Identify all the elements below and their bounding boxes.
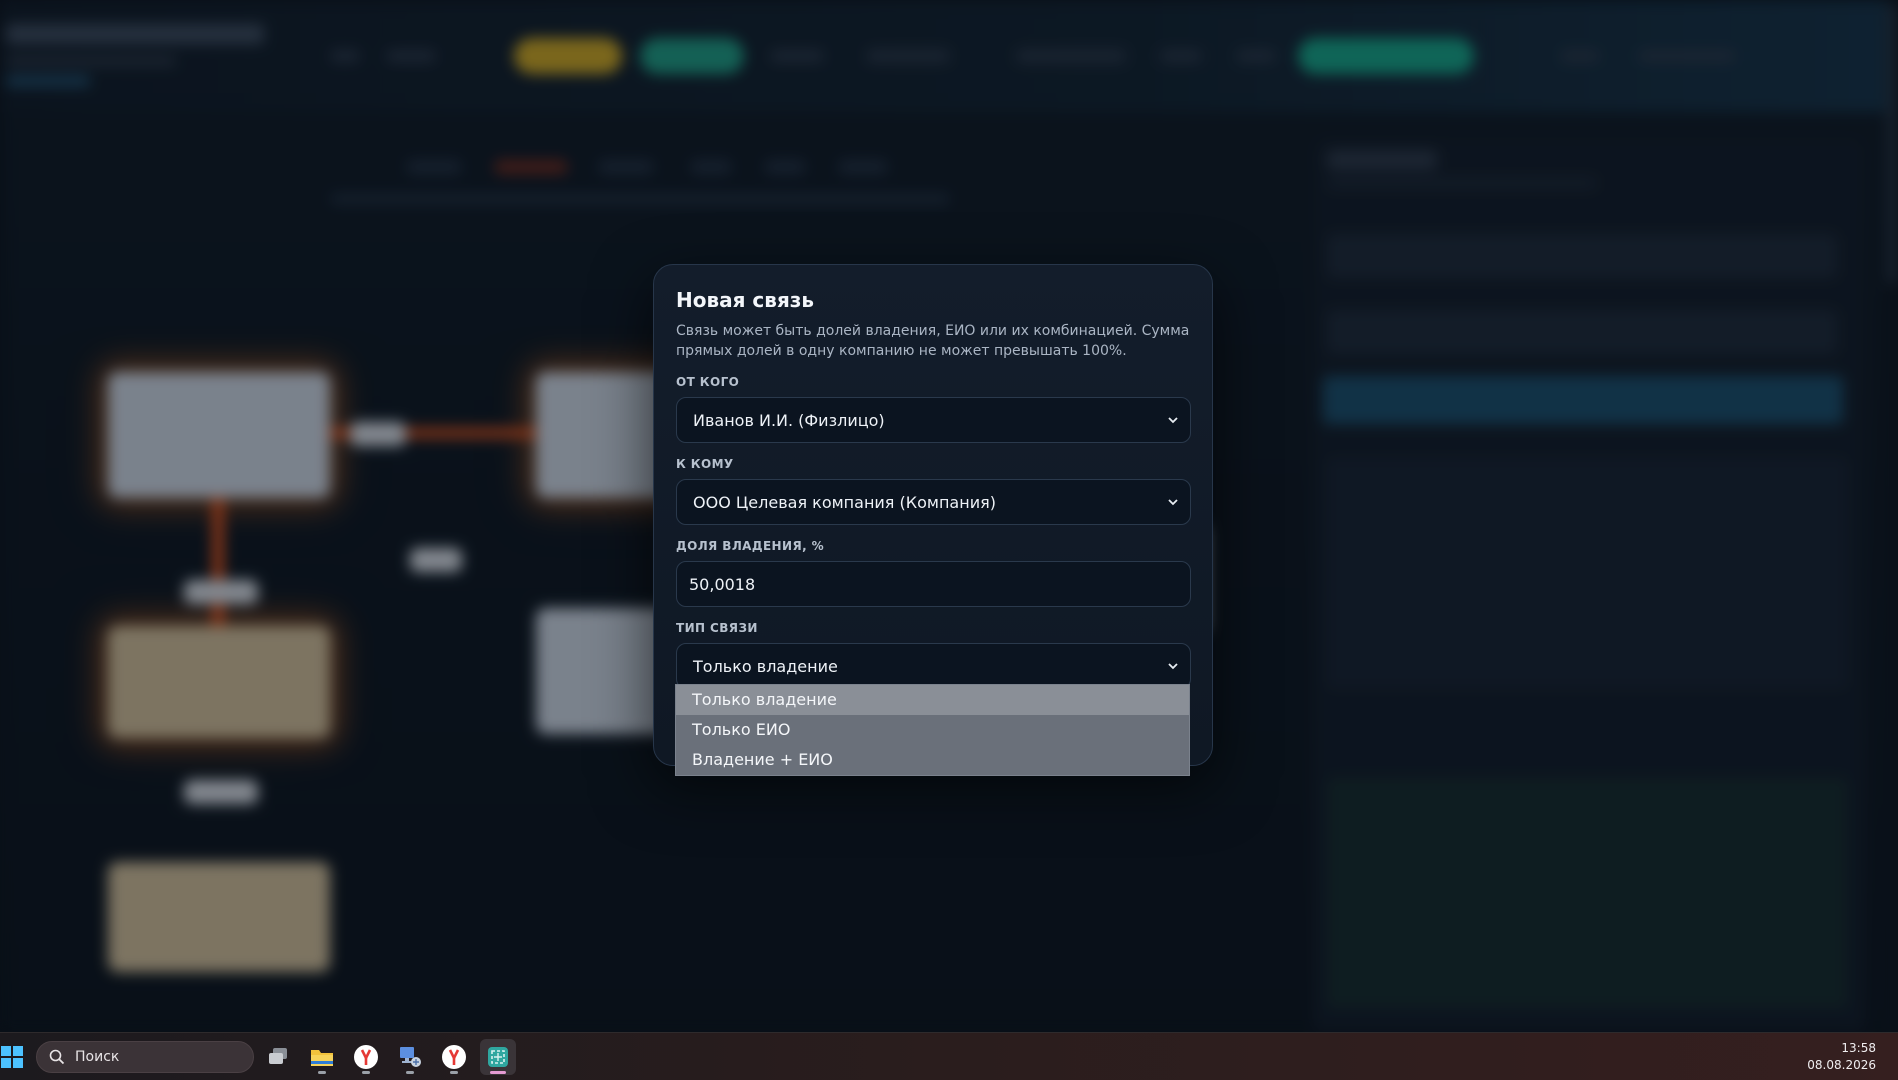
from-select-value: Иванов И.И. (Физлицо) [693,410,885,430]
dropdown-option-ownership-only[interactable]: Только владение [676,685,1189,715]
search-placeholder: Поиск [75,1049,120,1065]
link-type-select[interactable]: Только владение [676,643,1191,689]
from-label: ОТ КОГО [676,375,740,389]
yandex-browser-icon [354,1045,378,1069]
folder-icon [311,1050,333,1066]
taskbar-search[interactable]: Поиск [36,1041,254,1073]
dialog-title: Новая связь [676,288,815,312]
task-view-icon [269,1048,287,1064]
yandex-browser-2-button[interactable] [436,1039,472,1075]
yandex-browser-button[interactable] [348,1039,384,1075]
type-label: ТИП СВЯЗИ [676,621,758,635]
share-field[interactable] [676,561,1191,607]
task-view-button[interactable] [260,1039,296,1075]
link-type-dropdown: Только владение Только ЕИО Владение + ЕИ… [675,684,1190,776]
network-computer-icon [400,1047,421,1067]
clock-time: 13:58 [1841,1041,1876,1055]
system-clock[interactable]: 13:58 08.08.2026 [1807,1040,1876,1074]
to-select[interactable]: ООО Целевая компания (Компания) [676,479,1191,525]
snipping-tool-icon [488,1047,508,1067]
network-app-button[interactable] [392,1039,428,1075]
file-explorer-button[interactable] [304,1039,340,1075]
search-icon [49,1049,65,1065]
dropdown-option-eio-only[interactable]: Только ЕИО [676,715,1189,745]
share-label: ДОЛЯ ВЛАДЕНИЯ, % [676,539,825,553]
link-type-value: Только владение [693,656,838,676]
taskbar: Поиск 13:58 08.08.2026 [0,1032,1898,1080]
chevron-down-icon [1168,499,1178,506]
yandex-browser-icon [442,1045,466,1069]
dropdown-option-ownership-eio[interactable]: Владение + ЕИО [676,745,1189,775]
to-select-value: ООО Целевая компания (Компания) [693,492,996,512]
windows-start-icon[interactable] [0,1045,24,1069]
clock-date: 08.08.2026 [1807,1058,1876,1072]
share-input[interactable] [689,574,1169,594]
dialog-description: Связь может быть долей владения, ЕИО или… [676,323,1190,359]
to-label: К КОМУ [676,457,734,471]
snipping-tool-button[interactable] [480,1039,516,1075]
chevron-down-icon [1168,417,1178,424]
from-select[interactable]: Иванов И.И. (Физлицо) [676,397,1191,443]
chevron-down-icon [1168,663,1178,670]
